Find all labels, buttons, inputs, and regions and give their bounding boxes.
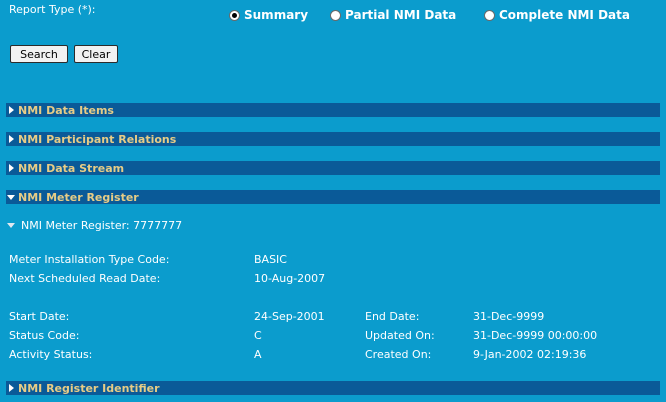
created-on-value: 9-Jan-2002 02:19:36 xyxy=(473,348,587,361)
section-title: NMI Register Identifier xyxy=(18,381,160,395)
status-code-label: Status Code: xyxy=(9,329,80,342)
radio-unselected-icon xyxy=(330,9,341,21)
radio-summary[interactable]: Summary xyxy=(229,8,308,22)
end-date-label: End Date: xyxy=(365,310,420,323)
end-date-value: 31-Dec-9999 xyxy=(473,310,545,323)
start-date-value: 24-Sep-2001 xyxy=(254,310,325,323)
section-nmi-data-items[interactable]: NMI Data Items xyxy=(6,103,660,117)
expand-arrow-icon xyxy=(6,164,16,172)
radio-summary-label: Summary xyxy=(244,8,309,22)
activity-status-value: A xyxy=(254,348,262,361)
start-date-label: Start Date: xyxy=(9,310,70,323)
meter-register-subitem[interactable]: NMI Meter Register: 7777777 xyxy=(7,219,182,232)
created-on-label: Created On: xyxy=(365,348,432,361)
installation-type-label: Meter Installation Type Code: xyxy=(9,253,170,266)
radio-partial-nmi-data[interactable]: Partial NMI Data xyxy=(330,8,456,22)
next-read-value: 10-Aug-2007 xyxy=(254,272,326,285)
section-title: NMI Meter Register xyxy=(18,190,139,204)
section-nmi-register-identifier[interactable]: NMI Register Identifier xyxy=(6,381,660,395)
expand-arrow-icon xyxy=(6,135,16,143)
installation-type-value: BASIC xyxy=(254,253,287,266)
collapse-arrow-icon xyxy=(7,223,15,228)
expand-arrow-icon xyxy=(6,106,16,114)
updated-on-label: Updated On: xyxy=(365,329,435,342)
section-nmi-data-stream[interactable]: NMI Data Stream xyxy=(6,161,660,175)
updated-on-value: 31-Dec-9999 00:00:00 xyxy=(473,329,598,342)
next-read-label: Next Scheduled Read Date: xyxy=(9,272,161,285)
report-type-label: Report Type (*): xyxy=(9,3,96,16)
radio-partial-label: Partial NMI Data xyxy=(345,8,457,22)
meter-register-subtitle: NMI Meter Register: 7777777 xyxy=(21,219,183,232)
status-code-value: C xyxy=(254,329,262,342)
collapse-arrow-icon xyxy=(6,194,16,200)
section-nmi-meter-register[interactable]: NMI Meter Register xyxy=(6,190,660,204)
search-button[interactable]: Search xyxy=(10,45,68,63)
section-title: NMI Data Stream xyxy=(18,161,125,175)
expand-arrow-icon xyxy=(6,384,16,392)
section-title: NMI Data Items xyxy=(18,103,114,117)
activity-status-label: Activity Status: xyxy=(9,348,93,361)
section-title: NMI Participant Relations xyxy=(18,132,177,146)
radio-selected-icon xyxy=(229,9,240,21)
clear-button[interactable]: Clear xyxy=(74,45,118,63)
section-nmi-participant-relations[interactable]: NMI Participant Relations xyxy=(6,132,660,146)
radio-unselected-icon xyxy=(484,9,495,21)
radio-complete-nmi-data[interactable]: Complete NMI Data xyxy=(484,8,630,22)
radio-complete-label: Complete NMI Data xyxy=(499,8,630,22)
